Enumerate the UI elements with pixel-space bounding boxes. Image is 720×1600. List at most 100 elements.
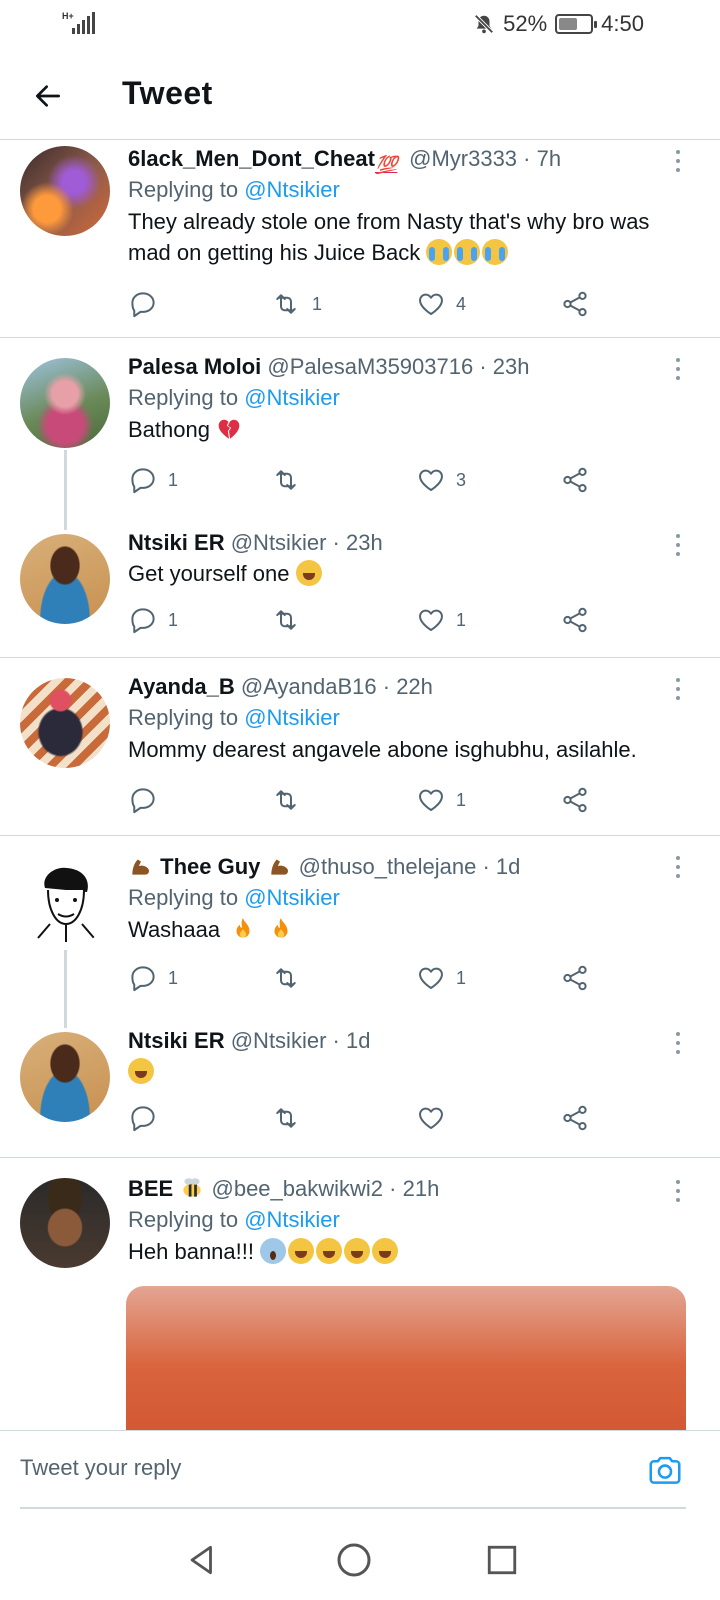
- reply-composer: Tweet your reply: [0, 1430, 720, 1510]
- author-handle: @bee_bakwikwi2: [211, 1176, 384, 1201]
- nav-recents-button[interactable]: [482, 1540, 522, 1580]
- replying-to: Replying to @Ntsikier: [128, 885, 340, 910]
- mention-link[interactable]: @Ntsikier: [244, 385, 340, 410]
- mention-link[interactable]: @Ntsikier: [244, 705, 340, 730]
- more-options-button[interactable]: [666, 852, 690, 882]
- avatar[interactable]: [20, 534, 110, 624]
- tweet-meta: Ntsiki ER @Ntsikier · 23h: [128, 530, 383, 555]
- network-type: H+: [62, 11, 74, 21]
- avatar[interactable]: [20, 1032, 110, 1122]
- mute-bell-icon: [474, 14, 494, 34]
- reply-tweet[interactable]: 6lack_Men_Dont_Cheat💯 @Myr3333 · 7h Repl…: [0, 140, 720, 338]
- reply-button[interactable]: [128, 1100, 158, 1136]
- reply-button[interactable]: [128, 286, 168, 322]
- mention-link[interactable]: @Ntsikier: [244, 885, 340, 910]
- share-button[interactable]: [560, 462, 590, 498]
- tweet-media-image[interactable]: [126, 1286, 686, 1430]
- author-name[interactable]: Ntsiki ER: [128, 530, 225, 555]
- retweet-button[interactable]: [270, 782, 312, 818]
- more-options-button[interactable]: [666, 530, 690, 560]
- avatar[interactable]: [20, 146, 110, 236]
- author-name[interactable]: Thee Guy: [160, 854, 260, 879]
- back-button[interactable]: [28, 76, 68, 116]
- author-handle: @thuso_thelejane: [298, 854, 477, 879]
- system-navigation-bar: [0, 1520, 720, 1600]
- author-name[interactable]: Palesa Moloi: [128, 354, 261, 379]
- reply-input[interactable]: Tweet your reply: [20, 1431, 686, 1509]
- author-handle: @AyandaB16: [240, 674, 377, 699]
- retweet-button[interactable]: [270, 462, 312, 498]
- author-name[interactable]: 6lack_Men_Dont_Cheat: [128, 146, 375, 171]
- reply-tweet[interactable]: Palesa Moloi @PalesaM35903716 · 23h Repl…: [0, 338, 720, 530]
- reply-placeholder: Tweet your reply: [20, 1455, 182, 1480]
- like-button[interactable]: 1: [416, 782, 466, 818]
- share-button[interactable]: [560, 286, 590, 322]
- reply-tweet[interactable]: Ntsiki ER @Ntsikier · 1d: [0, 1014, 720, 1158]
- tweet-meta: BEE @bee_bakwikwi2 · 21h: [128, 1176, 440, 1201]
- tweet-text: Heh banna!!!: [128, 1236, 680, 1267]
- share-button[interactable]: [560, 782, 590, 818]
- like-button[interactable]: 1: [416, 602, 466, 638]
- tweet-actions: [128, 1100, 688, 1136]
- retweet-button[interactable]: [270, 602, 312, 638]
- tweet-text: Get yourself one: [128, 558, 680, 589]
- share-button[interactable]: [560, 602, 590, 638]
- author-handle: @Myr3333: [409, 146, 518, 171]
- retweet-icon: [276, 470, 296, 490]
- reply-button[interactable]: [128, 782, 168, 818]
- retweet-button[interactable]: [270, 1100, 302, 1136]
- avatar[interactable]: [20, 858, 110, 948]
- nav-home-button[interactable]: [334, 1540, 374, 1580]
- avatar[interactable]: [20, 1178, 110, 1268]
- camera-button[interactable]: [646, 1451, 686, 1491]
- avatar[interactable]: [20, 358, 110, 448]
- retweet-button[interactable]: [270, 960, 312, 996]
- avatar[interactable]: [20, 678, 110, 768]
- author-name[interactable]: BEE: [128, 1176, 173, 1201]
- more-options-button[interactable]: [666, 146, 690, 176]
- more-options-button[interactable]: [666, 1028, 690, 1058]
- reply-list[interactable]: 6lack_Men_Dont_Cheat💯 @Myr3333 · 7h Repl…: [0, 140, 720, 1430]
- camera-icon: [649, 1456, 681, 1484]
- like-button[interactable]: 4: [416, 286, 466, 322]
- tweet-time: 7h: [536, 146, 562, 171]
- more-options-button[interactable]: [666, 354, 690, 384]
- reply-tweet[interactable]: Ayanda_B @AyandaB16 · 22h Replying to @N…: [0, 658, 720, 836]
- more-options-button[interactable]: [666, 674, 690, 704]
- mention-link[interactable]: @Ntsikier: [244, 177, 340, 202]
- crying-emoji: [454, 239, 481, 265]
- author-name[interactable]: Ayanda_B: [128, 674, 235, 699]
- tweet-time: 22h: [396, 674, 433, 699]
- author-name[interactable]: Ntsiki ER: [128, 1028, 225, 1053]
- heart-icon: [419, 469, 443, 491]
- broken-heart-emoji: [218, 419, 240, 439]
- more-options-button[interactable]: [666, 1176, 690, 1206]
- reply-icon: [131, 292, 155, 318]
- share-button[interactable]: [560, 1100, 590, 1136]
- like-button[interactable]: 1: [416, 960, 466, 996]
- crying-emoji: [482, 239, 509, 265]
- reply-tweet[interactable]: Ntsiki ER @Ntsikier · 23h Get yourself o…: [0, 516, 720, 658]
- hundred-points-emoji: 💯: [374, 155, 398, 174]
- tweet-meta: Thee Guy @thuso_thelejane · 1d: [128, 852, 680, 882]
- replying-to: Replying to @Ntsikier: [128, 385, 340, 410]
- tweet-meta: Ntsiki ER @Ntsikier · 1d: [128, 1028, 371, 1053]
- rofl-emoji: [288, 1238, 315, 1264]
- reply-button[interactable]: 1: [128, 960, 178, 996]
- tweet-time: 23h: [492, 354, 530, 379]
- mention-link[interactable]: @Ntsikier: [244, 1207, 340, 1232]
- reply-tweet[interactable]: Thee Guy @thuso_thelejane · 1d Replying …: [0, 836, 720, 1028]
- tweet-time: 23h: [345, 530, 383, 555]
- like-button[interactable]: [416, 1100, 446, 1136]
- reply-icon: [131, 468, 155, 494]
- like-button[interactable]: 3: [416, 462, 466, 498]
- retweet-button[interactable]: 1: [270, 286, 322, 322]
- reply-tweet[interactable]: BEE @bee_bakwikwi2 · 21h Replying to @Nt…: [0, 1158, 720, 1430]
- reply-button[interactable]: 1: [128, 602, 178, 638]
- tweet-actions: 1 4: [128, 286, 688, 322]
- nav-back-button[interactable]: [182, 1540, 222, 1580]
- bee-emoji: [183, 1178, 202, 1197]
- share-button[interactable]: [560, 960, 590, 996]
- share-icon: [563, 291, 587, 317]
- reply-button[interactable]: 1: [128, 462, 178, 498]
